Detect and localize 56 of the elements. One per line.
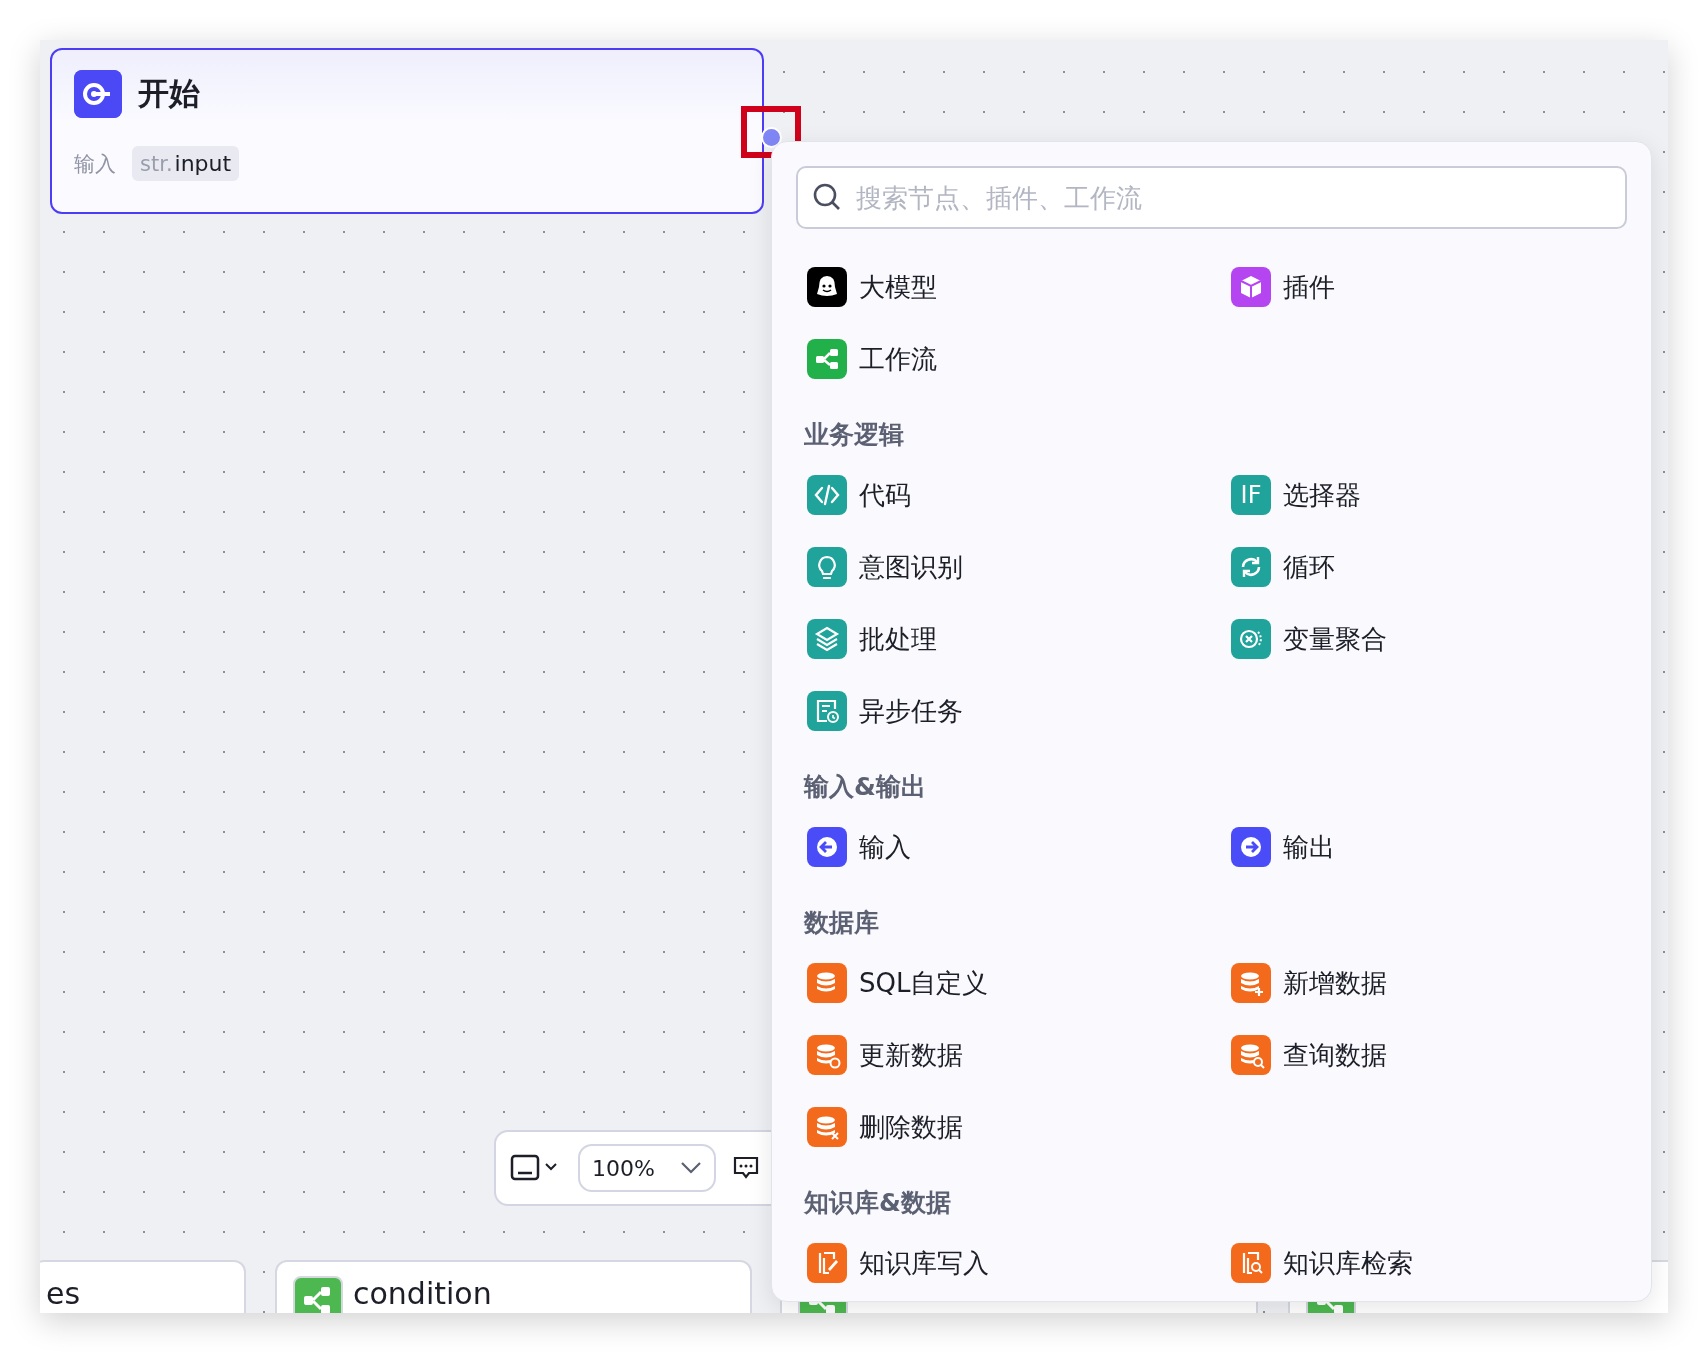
variable-icon	[1231, 619, 1271, 659]
node-type-item[interactable]: SQL自定义	[796, 947, 1220, 1019]
arrow-right-icon	[1231, 827, 1271, 867]
node-type-item[interactable]: 更新数据	[796, 1019, 1220, 1091]
section-heading: 业务逻辑	[804, 419, 905, 451]
node-title: condition	[353, 1276, 492, 1311]
input-label: 输入	[74, 150, 116, 178]
zoom-select[interactable]: 100%	[578, 1144, 716, 1192]
node-type-item[interactable]: 循环	[1220, 531, 1644, 603]
start-node[interactable]: 开始 输入 str.input	[50, 48, 764, 214]
node-type-item[interactable]: 知识库检索	[1220, 1227, 1644, 1299]
node-type-item[interactable]: 大模型	[796, 251, 1220, 323]
database-search-icon	[1231, 1035, 1271, 1075]
node-type-item[interactable]: 知识库写入	[796, 1227, 1220, 1299]
node-type-item[interactable]: 插件	[1220, 251, 1644, 323]
arrow-left-icon	[807, 827, 847, 867]
section-heading: 数据库	[804, 907, 880, 939]
param-name: input	[174, 151, 232, 176]
node-type-item[interactable]: 代码	[796, 459, 1220, 531]
search-field[interactable]: 搜索节点、插件、工作流	[796, 166, 1627, 229]
node-type-item[interactable]: 变量聚合	[1220, 603, 1644, 675]
database-refresh-icon	[807, 1035, 847, 1075]
node-type-item[interactable]: 意图识别	[796, 531, 1220, 603]
node-type-item[interactable]: 输出	[1220, 811, 1644, 883]
node-type-item[interactable]: 新增数据	[1220, 947, 1644, 1019]
document-pen-icon	[807, 1243, 847, 1283]
workflow-icon	[293, 1276, 343, 1313]
node-type-item[interactable]: 输入	[796, 811, 1220, 883]
lightbulb-icon	[807, 547, 847, 587]
section-heading: 知识库&数据	[804, 1187, 952, 1219]
node-title: es	[46, 1276, 81, 1311]
nodes-icon	[807, 339, 847, 379]
cube-icon	[1231, 267, 1271, 307]
node-type-item[interactable]: 查询数据	[1220, 1019, 1644, 1091]
document-clock-icon	[807, 691, 847, 731]
code-icon	[807, 475, 847, 515]
database-icon	[807, 963, 847, 1003]
if-icon: IF	[1231, 475, 1271, 515]
layers-icon	[807, 619, 847, 659]
workflow-node[interactable]: es	[40, 1260, 246, 1313]
node-type-item[interactable]: IF 选择器	[1220, 459, 1644, 531]
workflow-node[interactable]: condition	[275, 1260, 752, 1313]
start-icon	[74, 70, 122, 118]
param-type: str.	[140, 152, 173, 176]
section-heading: 输入&输出	[804, 771, 927, 803]
chevron-down-icon	[680, 1161, 702, 1175]
node-type-item[interactable]: 删除数据	[796, 1091, 1220, 1163]
database-delete-icon	[807, 1107, 847, 1147]
node-title: 开始	[138, 74, 200, 113]
refresh-icon	[1231, 547, 1271, 587]
node-type-item[interactable]: 异步任务	[796, 675, 1220, 747]
node-type-item[interactable]: 批处理	[796, 603, 1220, 675]
ghost-icon	[807, 267, 847, 307]
database-plus-icon	[1231, 963, 1271, 1003]
node-type-item[interactable]: 工作流	[796, 323, 1220, 395]
document-search-icon	[1231, 1243, 1271, 1283]
